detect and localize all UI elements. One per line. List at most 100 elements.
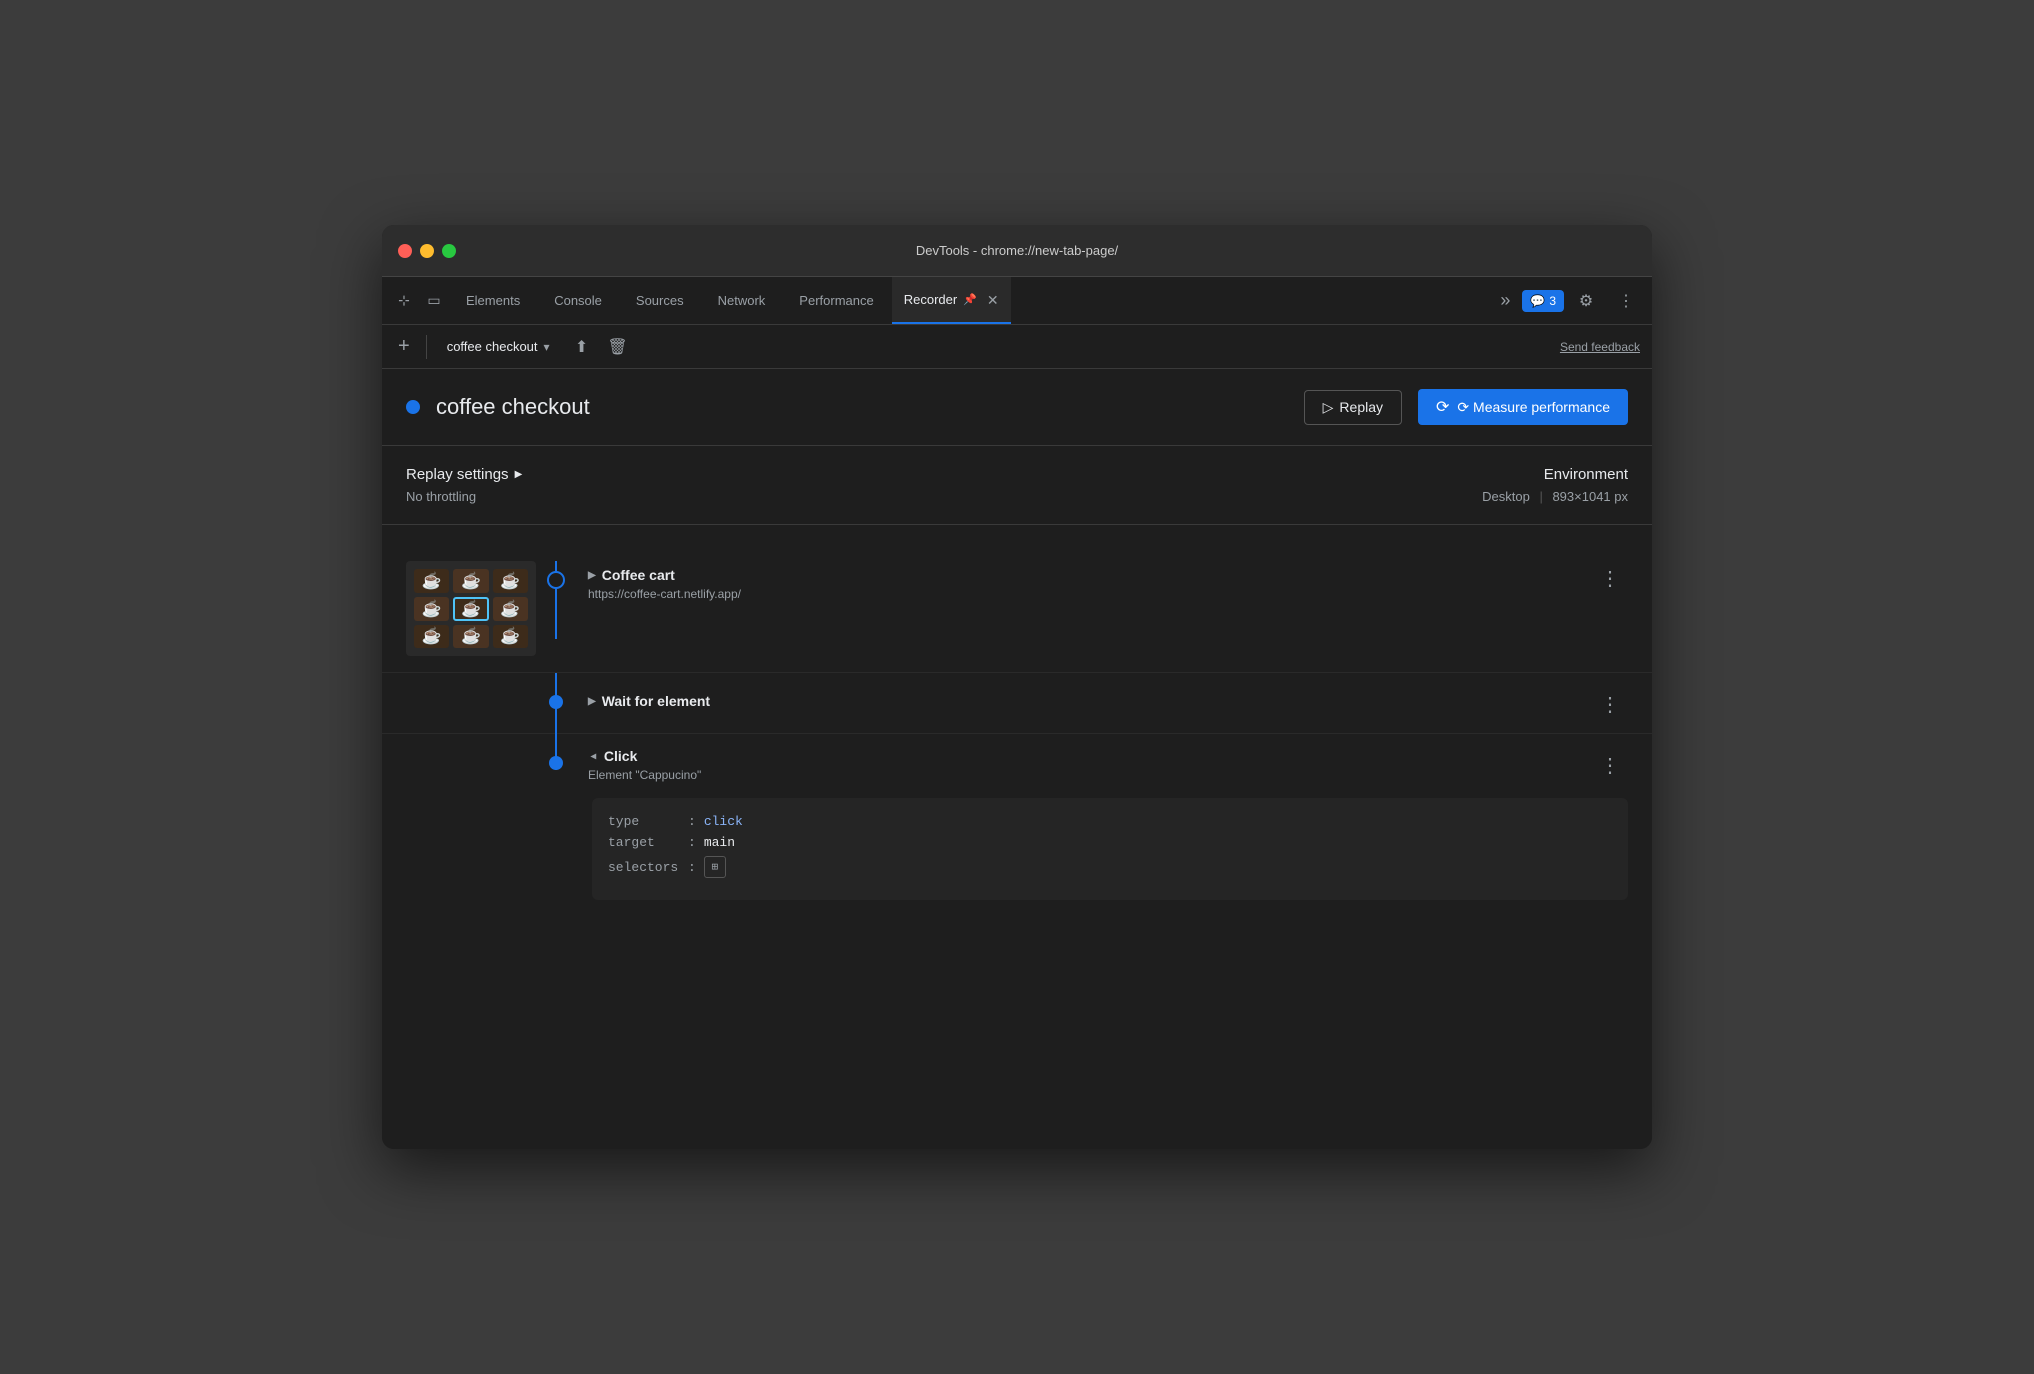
code-target-key: target: [608, 835, 688, 850]
tabs-bar: ⊹ ▭ Elements Console Sources Network Per…: [382, 277, 1652, 325]
step-1-name: ▶ Coffee cart: [588, 567, 1580, 583]
replay-play-icon: ▷: [1323, 399, 1334, 416]
settings-expand-icon: ▶: [515, 469, 523, 480]
delete-recording-button[interactable]: 🗑: [602, 331, 634, 363]
close-button[interactable]: [398, 244, 412, 258]
step-2-content: ▶ Wait for element: [576, 687, 1592, 715]
chat-badge-button[interactable]: 💬 3: [1522, 290, 1564, 312]
replay-settings-panel: Replay settings ▶ No throttling: [406, 466, 1466, 504]
step-3-info: ▼ Click Element "Cappucino": [576, 748, 1592, 788]
pin-icon: 📌: [963, 293, 977, 306]
step-1-menu-button[interactable]: ⋮: [1592, 565, 1628, 593]
environment-value: Desktop | 893×1041 px: [1482, 489, 1628, 504]
tab-console[interactable]: Console: [538, 277, 618, 324]
export-recording-button[interactable]: ⬆: [566, 331, 598, 363]
recording-title: coffee checkout: [436, 394, 1288, 420]
step-2-menu-button[interactable]: ⋮: [1592, 691, 1628, 719]
toolbar-actions: ⬆ 🗑: [566, 331, 634, 363]
step-1-expand-icon[interactable]: ▶: [588, 570, 596, 581]
coffee-mug-2: ☕: [453, 569, 488, 593]
step-2-timeline-dot: [549, 695, 563, 709]
toolbar-divider: [426, 335, 427, 359]
dropdown-arrow-icon: ▾: [544, 340, 550, 354]
environment-panel: Environment Desktop | 893×1041 px: [1482, 466, 1628, 504]
step-3-content: ▼ Click Element "Cappucino" ⋮ type : cli…: [576, 748, 1628, 910]
devtools-nav-icons: ⊹ ▭: [390, 277, 448, 324]
step-2-name: ▶ Wait for element: [588, 693, 1580, 709]
send-feedback-link[interactable]: Send feedback: [1560, 340, 1640, 354]
throttling-label: No throttling: [406, 489, 1466, 504]
step-3-expand-icon[interactable]: ▼: [587, 751, 598, 761]
tab-performance[interactable]: Performance: [783, 277, 889, 324]
code-selectors-key: selectors: [608, 860, 688, 875]
recording-selector-dropdown[interactable]: coffee checkout ▾: [439, 335, 558, 358]
measure-label: ⟳ Measure performance: [1457, 399, 1610, 416]
settings-section: Replay settings ▶ No throttling Environm…: [382, 446, 1652, 525]
more-options-icon[interactable]: ⋮: [1608, 283, 1644, 319]
tab-close-icon[interactable]: ✕: [987, 293, 999, 307]
step-1-content: ▶ Coffee cart https://coffee-cart.netlif…: [576, 561, 1592, 607]
code-target-line: target : main: [608, 835, 1612, 850]
coffee-mug-3: ☕: [493, 569, 528, 593]
step-wait-for-element: ▶ Wait for element ⋮: [382, 673, 1652, 734]
step-1-timeline-dot: [547, 571, 565, 589]
coffee-mug-8: ☕: [453, 625, 488, 649]
coffee-mug-9: ☕: [493, 625, 528, 649]
device-icon[interactable]: ▭: [420, 287, 448, 315]
recorder-toolbar: + coffee checkout ▾ ⬆ 🗑 Send feedback: [382, 325, 1652, 369]
tab-network[interactable]: Network: [702, 277, 782, 324]
step-3-name: ▼ Click: [588, 748, 1580, 764]
badge-count: 3: [1549, 294, 1556, 308]
coffee-mug-1: ☕: [414, 569, 449, 593]
code-type-key: type: [608, 814, 688, 829]
environment-title: Environment: [1482, 466, 1628, 483]
step-1-url: https://coffee-cart.netlify.app/: [588, 587, 1580, 601]
measure-icon: ⟳: [1436, 397, 1449, 417]
replay-settings-toggle[interactable]: Replay settings ▶: [406, 466, 1466, 483]
step-click: ▼ Click Element "Cappucino" ⋮ type : cli…: [382, 734, 1652, 910]
resolution-value: 893×1041 px: [1552, 489, 1628, 504]
step-3-menu-button[interactable]: ⋮: [1592, 752, 1628, 780]
code-target-value: main: [704, 835, 735, 850]
step-3-code-block: type : click target : main selectors :: [592, 798, 1628, 900]
maximize-button[interactable]: [442, 244, 456, 258]
settings-icon[interactable]: ⚙: [1568, 283, 1604, 319]
title-bar: DevTools - chrome://new-tab-page/: [382, 225, 1652, 277]
window-title: DevTools - chrome://new-tab-page/: [916, 243, 1118, 258]
code-selectors-line: selectors : ⊞: [608, 856, 1612, 878]
more-tabs-icon[interactable]: »: [1492, 290, 1518, 311]
coffee-mug-5: ☕: [453, 597, 488, 621]
selector-picker-icon[interactable]: ⊞: [704, 856, 726, 878]
coffee-preview-grid: ☕ ☕ ☕ ☕ ☕ ☕ ☕ ☕ ☕: [406, 561, 536, 656]
step-preview-image: ☕ ☕ ☕ ☕ ☕ ☕ ☕ ☕ ☕: [406, 561, 536, 656]
measure-performance-button[interactable]: ⟳ ⟳ Measure performance: [1418, 389, 1628, 425]
replay-button[interactable]: ▷ Coffee cart Replay: [1304, 390, 1402, 425]
cursor-icon[interactable]: ⊹: [390, 287, 418, 315]
tab-recorder[interactable]: Recorder 📌 ✕: [892, 277, 1011, 324]
coffee-mug-6: ☕: [493, 597, 528, 621]
code-type-value: click: [704, 814, 743, 829]
device-type: Desktop: [1482, 489, 1530, 504]
step-2-expand-icon[interactable]: ▶: [588, 696, 596, 707]
tab-elements[interactable]: Elements: [450, 277, 536, 324]
selected-recording-label: coffee checkout: [447, 339, 538, 354]
devtools-window: DevTools - chrome://new-tab-page/ ⊹ ▭ El…: [382, 225, 1652, 1149]
step-3-desc: Element "Cappucino": [588, 768, 1580, 782]
tab-sources[interactable]: Sources: [620, 277, 700, 324]
traffic-lights: [398, 244, 456, 258]
new-recording-button[interactable]: +: [394, 331, 414, 362]
recording-indicator: [406, 400, 420, 414]
minimize-button[interactable]: [420, 244, 434, 258]
step-coffee-cart: ☕ ☕ ☕ ☕ ☕ ☕ ☕ ☕ ☕: [382, 545, 1652, 673]
main-content: coffee checkout ▷ Coffee cart Replay ⟳ ⟳…: [382, 369, 1652, 1149]
settings-title-text: Replay settings: [406, 466, 509, 483]
coffee-mug-4: ☕: [414, 597, 449, 621]
code-type-line: type : click: [608, 814, 1612, 829]
tabs-right: » 💬 3 ⚙ ⋮: [1492, 277, 1644, 324]
tab-recorder-label: Recorder: [904, 292, 957, 307]
steps-container: ☕ ☕ ☕ ☕ ☕ ☕ ☕ ☕ ☕: [382, 525, 1652, 930]
coffee-mug-7: ☕: [414, 625, 449, 649]
chat-icon: 💬: [1530, 294, 1545, 308]
recording-header: coffee checkout ▷ Coffee cart Replay ⟳ ⟳…: [382, 369, 1652, 446]
step-3-timeline-dot: [549, 756, 563, 770]
